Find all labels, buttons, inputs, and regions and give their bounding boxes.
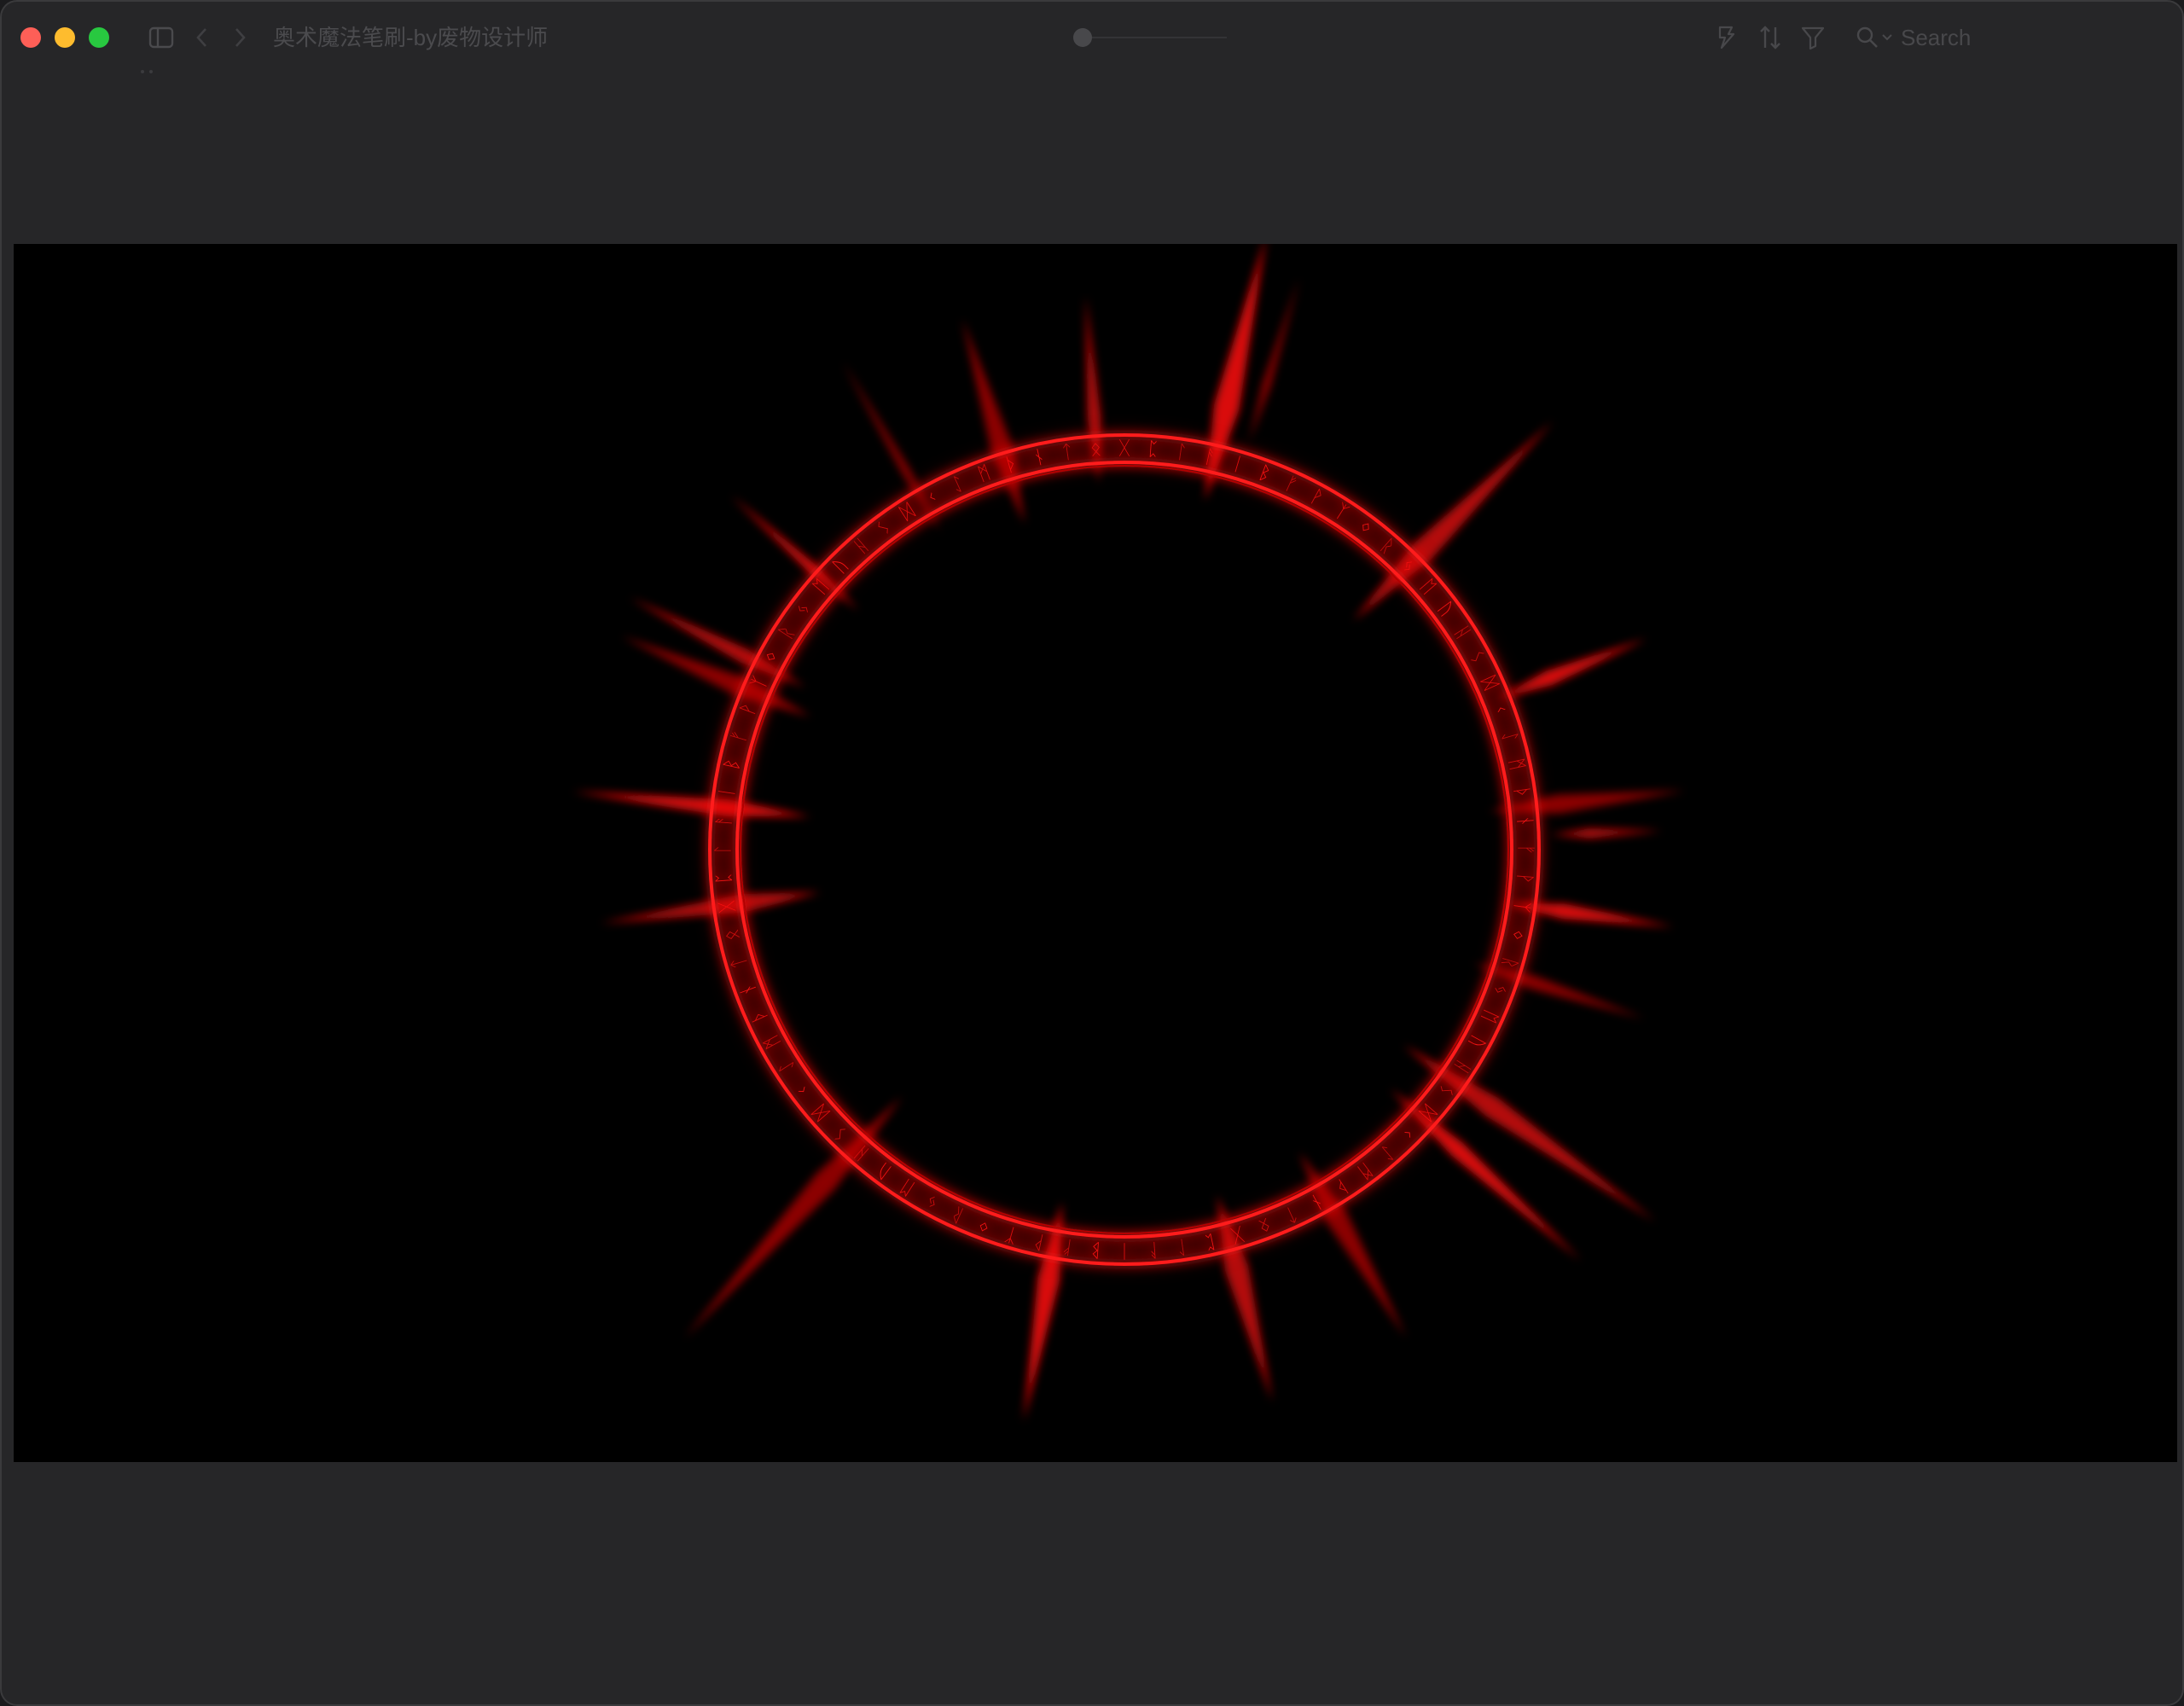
close-button[interactable] bbox=[20, 27, 41, 48]
rune-glyph: ᛚ bbox=[713, 844, 735, 855]
energy-ray bbox=[1353, 421, 1554, 621]
energy-ray bbox=[572, 792, 811, 817]
rune-glyph: ᚷ bbox=[1118, 438, 1130, 460]
magic-circle-image: ᚠᚹᛉᛜᚱᛃᛖᚢᚺᛊᛞᚲᛇᛗᚦᚾᛏᛟᚷᛈᛚᚨᛁᛒᚠᚹᛉᛜᚱᛃᛖᚢᚺᛊᛞᚲᛇᛗᚦᚾ… bbox=[572, 244, 1685, 1421]
preview-window: 奥术魔法笔刷-by废物设计师 Search ᚠ ᚹ ᛉ ᛜ ᚱ ᛃ ᛖ ᚢ ᚺ … bbox=[0, 0, 2184, 1706]
rune-glyph: ᛈ bbox=[1147, 438, 1159, 461]
chevron-left-icon[interactable] bbox=[189, 22, 215, 53]
markup-icon[interactable] bbox=[1711, 20, 1740, 55]
energy-ray bbox=[1249, 278, 1299, 442]
sort-icon[interactable] bbox=[1756, 20, 1785, 55]
energy-ray bbox=[601, 892, 821, 924]
chevron-right-icon[interactable] bbox=[227, 22, 253, 53]
minimize-button[interactable] bbox=[55, 27, 75, 48]
rune-glyph: ᚾ bbox=[1513, 815, 1536, 827]
chevron-down-icon[interactable] bbox=[1879, 20, 1896, 55]
energy-ray bbox=[684, 1096, 903, 1338]
rune-glyph: ᛟ bbox=[1089, 438, 1102, 461]
rune-glyph: ᛒ bbox=[1089, 1239, 1102, 1261]
window-title: 奥术魔法笔刷-by废物设计师 bbox=[273, 25, 549, 50]
rune-glyph: ᛈ bbox=[713, 872, 735, 885]
rune-glyph: ᚨ bbox=[1147, 1239, 1159, 1261]
rune-glyph: ᚹ bbox=[1513, 872, 1536, 885]
search-icon[interactable] bbox=[1853, 20, 1882, 55]
zoom-slider[interactable] bbox=[1073, 27, 1227, 48]
dots-icon bbox=[138, 63, 164, 73]
energy-ray bbox=[1550, 827, 1662, 838]
sidebar-icon[interactable] bbox=[147, 22, 176, 53]
zoom-track bbox=[1082, 37, 1227, 38]
rune-glyph: ᚨ bbox=[713, 815, 735, 827]
filter-icon[interactable] bbox=[1798, 20, 1827, 55]
search-input[interactable] bbox=[1901, 20, 2157, 55]
rune-glyph: ᛁ bbox=[1118, 1240, 1130, 1262]
maximize-button[interactable] bbox=[89, 27, 109, 48]
image-canvas: ᚠᚹᛉᛜᚱᛃᛖᚢᚺᛊᛞᚲᛇᛗᚦᚾᛏᛟᚷᛈᛚᚨᛁᛒᚠᚹᛉᛜᚱᛃᛖᚢᚺᛊᛞᚲᛇᛗᚦᚾ… bbox=[14, 244, 2177, 1462]
energy-ray bbox=[1496, 638, 1647, 699]
rune-glyph: ᚠ bbox=[1515, 844, 1536, 855]
title-bar: 奥术魔法笔刷-by废物设计师 bbox=[2, 2, 2182, 73]
zoom-knob[interactable] bbox=[1073, 28, 1092, 47]
